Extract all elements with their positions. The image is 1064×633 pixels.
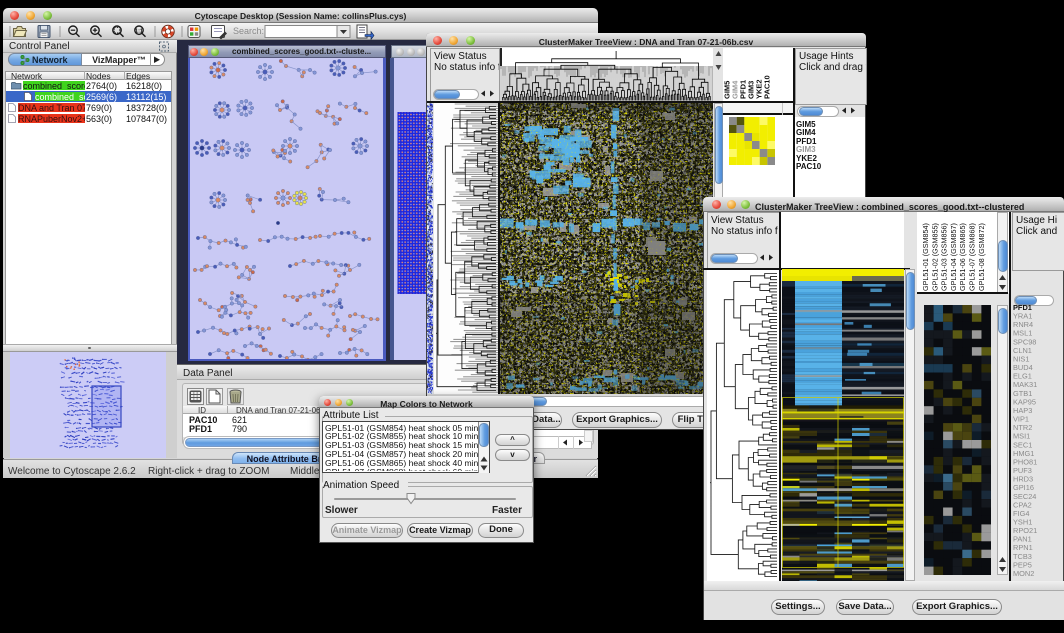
svg-text:Search:: Search: xyxy=(233,26,264,36)
svg-text:GPL51-04 (GSM857): GPL51-04 (GSM857) xyxy=(949,223,958,291)
svg-text:GPL51-01 (GSM854): GPL51-01 (GSM854) xyxy=(921,223,930,291)
svg-text:GPL51-08 (GSM872): GPL51-08 (GSM872) xyxy=(977,223,986,291)
svg-text:GPL51-06 (GSM865): GPL51-06 (GSM865) xyxy=(958,223,967,291)
svg-text:PAC10: PAC10 xyxy=(763,75,772,99)
svg-text:1:1: 1:1 xyxy=(135,29,143,35)
svg-text:MON2: MON2 xyxy=(1013,569,1034,578)
svg-text:GPL51-02 (GSM855): GPL51-02 (GSM855) xyxy=(930,223,939,291)
svg-text:GPL51-03 (GSM856): GPL51-03 (GSM856) xyxy=(940,223,949,291)
svg-text:GPL51-07 (GSM868): GPL51-07 (GSM868) xyxy=(968,223,977,291)
